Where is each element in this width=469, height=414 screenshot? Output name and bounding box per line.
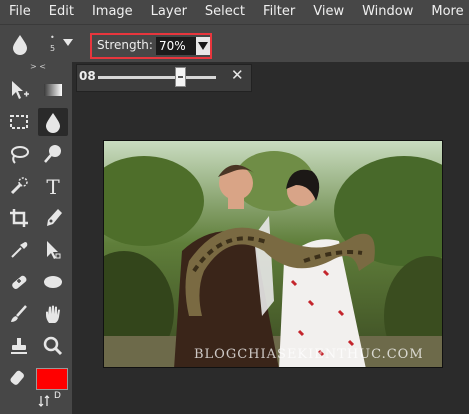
marquee-tool-icon[interactable]: [4, 108, 34, 136]
blur-tool-preset-icon[interactable]: [10, 34, 30, 56]
menu-window[interactable]: Window: [353, 0, 422, 24]
blur-tool-icon[interactable]: [38, 108, 68, 136]
healing-brush-tool-icon[interactable]: [4, 268, 34, 296]
brush-dot-icon: •: [50, 33, 55, 42]
crop-tool-icon[interactable]: [4, 204, 34, 232]
menu-edit[interactable]: Edit: [40, 0, 83, 24]
menu-image[interactable]: Image: [83, 0, 142, 24]
color-swatches: D: [36, 368, 68, 414]
menu-filter[interactable]: Filter: [254, 0, 304, 24]
strength-slider-handle[interactable]: [174, 67, 186, 87]
menu-layer[interactable]: Layer: [142, 0, 196, 24]
menu-select[interactable]: Select: [196, 0, 254, 24]
brush-size-value: 5: [50, 44, 56, 53]
lasso-tool-icon[interactable]: [4, 140, 34, 168]
path-selection-tool-icon[interactable]: [38, 236, 68, 264]
quick-selection-tool-icon[interactable]: [4, 172, 34, 200]
dodge-tool-icon[interactable]: [38, 140, 68, 168]
menu-bar: File Edit Image Layer Select Filter View…: [0, 0, 469, 24]
slider-value-label: 08: [79, 69, 96, 83]
eraser-tool-icon[interactable]: [4, 364, 34, 392]
brush-size-dropdown[interactable]: • 5: [44, 31, 80, 59]
svg-text:T: T: [46, 175, 60, 197]
strength-control: Strength:: [90, 33, 212, 59]
gradient-tool-icon[interactable]: [38, 76, 68, 104]
chevron-down-icon: [63, 39, 73, 46]
photo-canvas[interactable]: BLOGCHIASEKIENTHUC.COM: [103, 140, 443, 368]
clone-stamp-tool-icon[interactable]: [4, 332, 34, 360]
strength-label: Strength:: [97, 38, 153, 52]
strength-slider-track[interactable]: [98, 76, 216, 79]
zoom-tool-icon[interactable]: [38, 332, 68, 360]
tool-options-bar: • 5 Strength:: [0, 24, 469, 62]
couple-with-python-photo: [104, 141, 442, 367]
strength-slider-popup: 08 ✕: [76, 64, 252, 92]
menu-more[interactable]: More: [422, 0, 469, 24]
eyedropper-tool-icon[interactable]: [4, 236, 34, 264]
strength-input[interactable]: [156, 37, 196, 55]
default-colors-button[interactable]: D: [54, 391, 61, 401]
pen-tool-icon[interactable]: [38, 204, 68, 232]
strength-dropdown-button[interactable]: [196, 37, 210, 55]
type-tool-icon[interactable]: T: [38, 172, 68, 200]
foreground-color-swatch[interactable]: [36, 368, 68, 390]
collapse-toolbar-button[interactable]: > <: [30, 62, 46, 71]
move-tool-icon[interactable]: [4, 76, 34, 104]
watermark-text: BLOGCHIASEKIENTHUC.COM: [194, 347, 424, 362]
swap-colors-icon[interactable]: [38, 392, 50, 407]
hand-tool-icon[interactable]: [38, 300, 68, 328]
close-icon[interactable]: ✕: [231, 66, 244, 84]
menu-file[interactable]: File: [0, 0, 40, 24]
brush-tool-icon[interactable]: [4, 300, 34, 328]
menu-view[interactable]: View: [304, 0, 353, 24]
ellipse-tool-icon[interactable]: [38, 268, 68, 296]
